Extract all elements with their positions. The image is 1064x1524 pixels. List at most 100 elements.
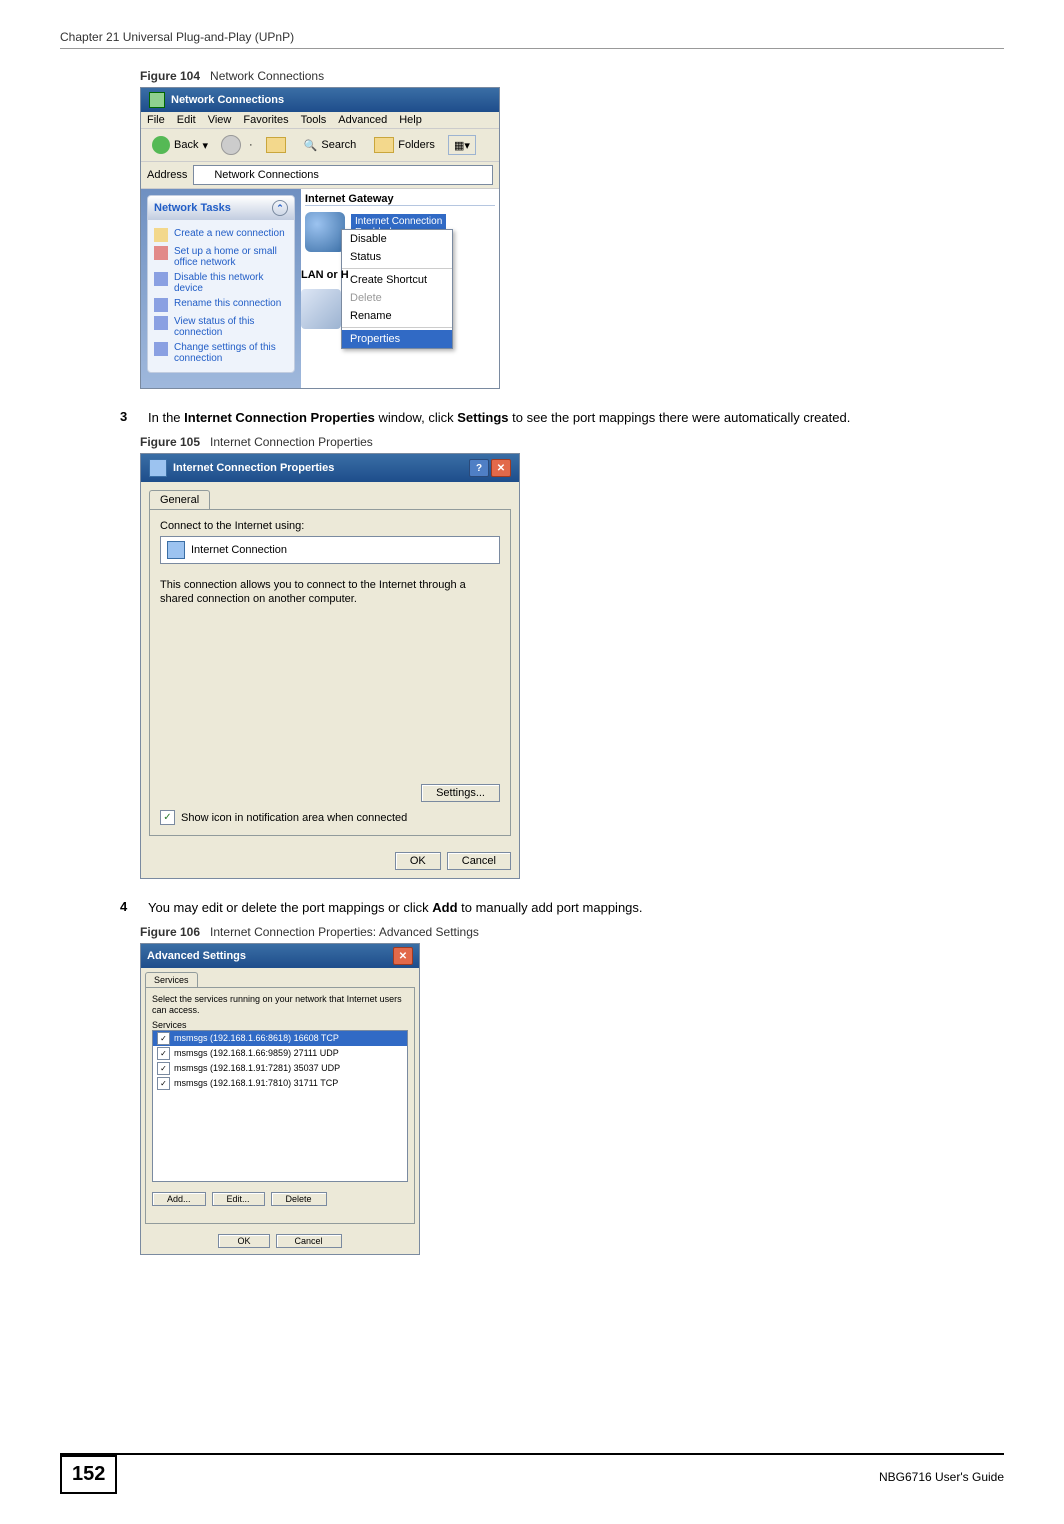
task-icon	[154, 228, 168, 242]
ctx-disable[interactable]: Disable	[342, 230, 452, 248]
tasks-header[interactable]: Network Tasks ⌃	[148, 196, 294, 220]
window-title: Network Connections	[171, 94, 284, 106]
dialog-icon	[149, 459, 167, 477]
services-label: Services	[152, 1020, 408, 1030]
page-number: 152	[60, 1455, 117, 1494]
search-label: Search	[321, 139, 356, 151]
dialog-title: Internet Connection Properties	[173, 462, 334, 474]
figure-106: Advanced Settings ✕ Services Select the …	[140, 943, 420, 1255]
figure-num: Figure 106	[140, 925, 200, 939]
menu-edit[interactable]: Edit	[177, 114, 196, 126]
service-item[interactable]: ✓ msmsgs (192.168.1.66:8618) 16608 TCP	[153, 1031, 407, 1046]
views-button[interactable]: ▦▾	[448, 135, 476, 155]
task-icon	[154, 342, 168, 356]
text-bold: Internet Connection Properties	[184, 410, 375, 425]
menu-advanced[interactable]: Advanced	[338, 114, 387, 126]
menu-favorites[interactable]: Favorites	[243, 114, 288, 126]
task-label: Rename this connection	[174, 298, 281, 309]
text: to see the port mappings there were auto…	[509, 410, 851, 425]
ctx-properties[interactable]: Properties	[342, 330, 452, 348]
ok-button[interactable]: OK	[395, 852, 441, 870]
separator	[342, 268, 452, 269]
service-item[interactable]: ✓msmsgs (192.168.1.91:7810) 31711 TCP	[153, 1076, 407, 1091]
back-icon	[152, 136, 170, 154]
service-item[interactable]: ✓msmsgs (192.168.1.66:9859) 27111 UDP	[153, 1046, 407, 1061]
task-setup-network[interactable]: Set up a home or small office network	[154, 246, 288, 268]
close-button[interactable]: ✕	[393, 947, 413, 965]
connection-name: Internet Connection	[191, 544, 287, 556]
settings-button[interactable]: Settings...	[421, 784, 500, 802]
cancel-button[interactable]: Cancel	[276, 1234, 342, 1248]
edit-button[interactable]: Edit...	[212, 1192, 265, 1206]
figure-104: Network Connections File Edit View Favor…	[140, 87, 500, 389]
connection-icon	[167, 541, 185, 559]
address-bar: Address Network Connections	[141, 162, 499, 189]
ok-button[interactable]: OK	[218, 1234, 269, 1248]
dialog-titlebar: Advanced Settings ✕	[141, 944, 419, 968]
menu-view[interactable]: View	[208, 114, 232, 126]
add-button[interactable]: Add...	[152, 1192, 206, 1206]
connect-label: Connect to the Internet using:	[160, 520, 500, 532]
delete-button[interactable]: Delete	[271, 1192, 327, 1206]
show-icon-checkbox[interactable]: ✓	[160, 810, 175, 825]
service-label: msmsgs (192.168.1.66:8618) 16608 TCP	[174, 1033, 339, 1043]
show-icon-row: ✓ Show icon in notification area when co…	[160, 810, 500, 825]
folders-button[interactable]: Folders	[369, 134, 440, 156]
close-button[interactable]: ✕	[491, 459, 511, 477]
dialog-title: Advanced Settings	[147, 950, 246, 962]
menu-tools[interactable]: Tools	[301, 114, 327, 126]
folder-up-icon	[266, 137, 286, 153]
forward-button[interactable]	[221, 135, 241, 155]
app-icon	[149, 92, 165, 108]
ctx-create-shortcut[interactable]: Create Shortcut	[342, 271, 452, 289]
service-item[interactable]: ✓msmsgs (192.168.1.91:7281) 35037 UDP	[153, 1061, 407, 1076]
service-checkbox[interactable]: ✓	[157, 1032, 170, 1045]
task-icon	[154, 272, 168, 286]
address-field[interactable]: Network Connections	[193, 165, 493, 185]
tab-services[interactable]: Services	[145, 972, 198, 987]
figure-104-caption: Figure 104 Network Connections	[140, 69, 1004, 83]
connection-field[interactable]: Internet Connection	[160, 536, 500, 564]
services-list[interactable]: ✓ msmsgs (192.168.1.66:8618) 16608 TCP ✓m…	[152, 1030, 408, 1182]
task-view-status[interactable]: View status of this connection	[154, 316, 288, 338]
ctx-rename[interactable]: Rename	[342, 307, 452, 325]
task-rename-connection[interactable]: Rename this connection	[154, 298, 288, 312]
service-checkbox[interactable]: ✓	[157, 1077, 170, 1090]
lan-item-icon[interactable]	[301, 289, 341, 329]
ctx-status[interactable]: Status	[342, 248, 452, 266]
menu-file[interactable]: File	[147, 114, 165, 126]
main-area: Network Tasks ⌃ Create a new connection …	[141, 189, 499, 388]
text-bold: Settings	[457, 410, 508, 425]
task-icon	[154, 316, 168, 330]
folders-label: Folders	[398, 139, 435, 151]
dialog-body: General Connect to the Internet using: I…	[141, 482, 519, 844]
search-button[interactable]: 🔍 Search	[299, 136, 362, 155]
service-checkbox[interactable]: ✓	[157, 1047, 170, 1060]
tasks-panel: Network Tasks ⌃ Create a new connection …	[141, 189, 301, 388]
text: In the	[148, 410, 184, 425]
chevron-down-icon: ▾	[202, 139, 208, 152]
task-change-settings[interactable]: Change settings of this connection	[154, 342, 288, 364]
task-label: Create a new connection	[174, 228, 285, 239]
menu-help[interactable]: Help	[399, 114, 422, 126]
up-button[interactable]	[261, 134, 291, 156]
task-create-connection[interactable]: Create a new connection	[154, 228, 288, 242]
task-icon	[154, 246, 168, 260]
menubar: File Edit View Favorites Tools Advanced …	[141, 112, 499, 129]
task-label: Set up a home or small office network	[174, 246, 288, 268]
text: window, click	[375, 410, 457, 425]
tabstrip: Services	[145, 972, 415, 987]
tab-panel-services: Select the services running on your netw…	[145, 987, 415, 1224]
dialog-titlebar: Internet Connection Properties ? ✕	[141, 454, 519, 482]
window-buttons: ✕	[393, 947, 413, 965]
toolbar: Back ▾ · 🔍 Search Folders ▦▾	[141, 129, 499, 162]
cancel-button[interactable]: Cancel	[447, 852, 511, 870]
service-checkbox[interactable]: ✓	[157, 1062, 170, 1075]
guide-name: NBG6716 User's Guide	[879, 1470, 1004, 1484]
back-button[interactable]: Back ▾	[147, 133, 213, 157]
tab-general[interactable]: General	[149, 490, 210, 509]
step-number: 3	[120, 409, 136, 427]
figure-title: Internet Connection Properties	[210, 435, 373, 449]
help-button[interactable]: ?	[469, 459, 489, 477]
task-disable-device[interactable]: Disable this network device	[154, 272, 288, 294]
